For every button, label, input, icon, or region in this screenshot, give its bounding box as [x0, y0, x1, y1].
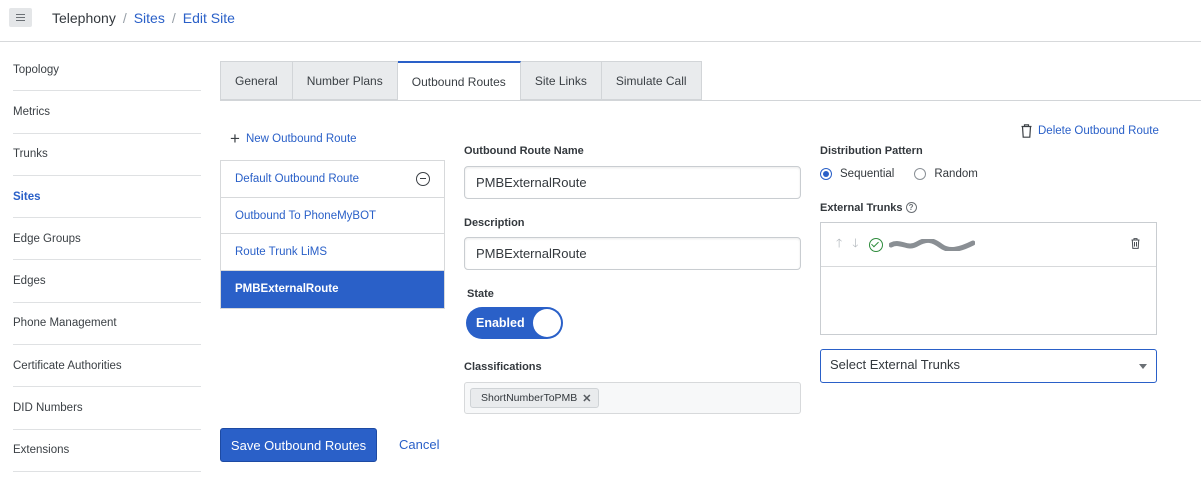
redacted-trunk-name — [888, 238, 975, 251]
move-down-icon[interactable]: 🡓 — [852, 234, 858, 255]
route-item-pmbexternalroute[interactable]: PMBExternalRoute — [221, 271, 444, 308]
sidebar-item-edge-groups[interactable]: Edge Groups — [13, 218, 201, 261]
trash-icon — [1021, 124, 1032, 138]
distribution-radio-group: Sequential Random — [820, 168, 978, 180]
external-trunks-list: 🡑 🡓 — [820, 222, 1157, 335]
save-outbound-routes-button[interactable]: Save Outbound Routes — [220, 428, 377, 462]
plus-icon: + — [230, 129, 240, 148]
new-outbound-route-label: New Outbound Route — [245, 133, 357, 145]
tab-general[interactable]: General — [220, 61, 293, 100]
route-item-label: Default Outbound Route — [235, 172, 360, 185]
top-bar: Telephony / Sites / Edit Site — [0, 0, 1201, 42]
external-trunks-label-row: External Trunks? — [820, 202, 917, 214]
radio-sequential[interactable] — [820, 168, 832, 180]
classification-chip: ShortNumberToPMB ✕ — [470, 388, 599, 408]
sidebar-item-did-numbers[interactable]: DID Numbers — [13, 387, 201, 430]
breadcrumb: Telephony / Sites / Edit Site — [52, 10, 235, 26]
remove-circle-icon[interactable] — [416, 171, 430, 186]
sidebar-item-extensions[interactable]: Extensions — [13, 430, 201, 472]
radio-sequential-label: Sequential — [840, 168, 895, 180]
state-toggle[interactable]: Enabled — [466, 307, 563, 339]
state-label: State — [467, 288, 494, 300]
hamburger-icon[interactable] — [9, 8, 32, 27]
route-name-input[interactable]: PMBExternalRoute — [464, 166, 801, 199]
breadcrumb-edit-site[interactable]: Edit Site — [183, 10, 235, 26]
sidebar-item-metrics[interactable]: Metrics — [13, 91, 201, 134]
state-toggle-label: Enabled — [476, 316, 525, 330]
chip-remove-icon[interactable]: ✕ — [582, 392, 591, 405]
route-item-label: PMBExternalRoute — [235, 283, 339, 296]
distribution-pattern-label: Distribution Pattern — [820, 145, 923, 157]
sidebar-item-phone-management[interactable]: Phone Management — [13, 303, 201, 346]
breadcrumb-sites[interactable]: Sites — [134, 10, 165, 26]
delete-outbound-route-button[interactable]: Delete Outbound Route — [1021, 124, 1159, 138]
sidebar-item-trunks[interactable]: Trunks — [13, 134, 201, 176]
external-trunks-select-placeholder: Select External Trunks — [830, 357, 961, 372]
breadcrumb-separator: / — [171, 10, 176, 26]
description-input[interactable]: PMBExternalRoute — [464, 237, 801, 270]
classifications-input[interactable]: ShortNumberToPMB ✕ — [464, 382, 801, 414]
sidebar-item-sites[interactable]: Sites — [13, 176, 201, 219]
tab-site-links[interactable]: Site Links — [520, 61, 602, 100]
route-name-label: Outbound Route Name — [464, 145, 584, 157]
tab-number-plans[interactable]: Number Plans — [292, 61, 398, 100]
route-item-trunk-lims[interactable]: Route Trunk LiMS — [221, 234, 444, 272]
description-label: Description — [464, 217, 525, 229]
route-item-phonemybot[interactable]: Outbound To PhoneMyBOT — [221, 198, 444, 235]
tab-simulate-call[interactable]: Simulate Call — [601, 61, 702, 100]
toggle-knob — [533, 309, 561, 337]
chevron-down-icon — [1139, 364, 1147, 369]
route-list: Default Outbound Route Outbound To Phone… — [220, 160, 445, 309]
move-up-icon[interactable]: 🡑 — [836, 234, 842, 255]
new-outbound-route-button[interactable]: + New Outbound Route — [230, 129, 357, 148]
route-item-label: Route Trunk LiMS — [235, 246, 328, 259]
tab-outbound-routes[interactable]: Outbound Routes — [397, 61, 521, 101]
external-trunks-select[interactable]: Select External Trunks — [820, 349, 1157, 383]
delete-outbound-route-label: Delete Outbound Route — [1038, 125, 1159, 137]
external-trunks-label: External Trunks — [820, 202, 903, 214]
sidebar-item-topology[interactable]: Topology — [13, 49, 201, 92]
sidebar-item-certificate-authorities[interactable]: Certificate Authorities — [13, 345, 201, 388]
breadcrumb-telephony: Telephony — [52, 10, 116, 26]
sidebar-nav: Topology Metrics Trunks Sites Edge Group… — [13, 49, 201, 472]
cancel-button[interactable]: Cancel — [399, 437, 439, 452]
trunk-row: 🡑 🡓 — [821, 223, 1156, 267]
breadcrumb-separator: / — [122, 10, 127, 26]
route-item-default[interactable]: Default Outbound Route — [221, 161, 444, 198]
classifications-label: Classifications — [464, 361, 542, 373]
tab-bar: General Number Plans Outbound Routes Sit… — [220, 61, 1201, 101]
classification-chip-label: ShortNumberToPMB — [481, 392, 578, 404]
help-icon[interactable]: ? — [905, 202, 917, 213]
route-item-label: Outbound To PhoneMyBOT — [235, 209, 377, 222]
trunk-delete-icon[interactable] — [1131, 238, 1140, 249]
radio-random[interactable] — [914, 168, 927, 180]
sidebar-item-edges[interactable]: Edges — [13, 260, 201, 303]
radio-random-label: Random — [934, 168, 978, 180]
check-circle-icon — [868, 237, 883, 252]
